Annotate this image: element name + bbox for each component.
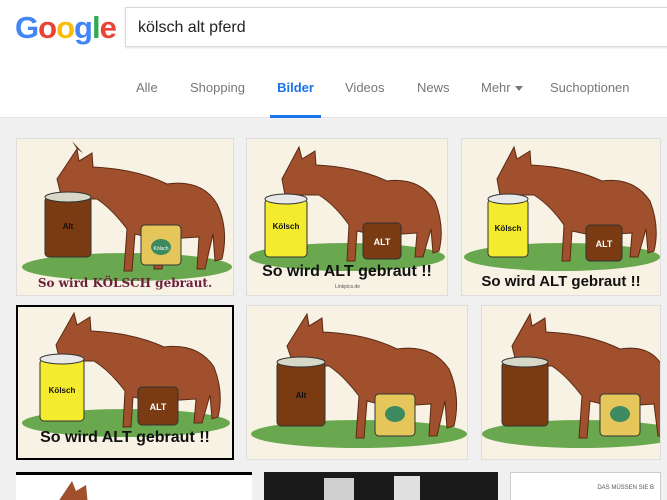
horse-illustration: [482, 312, 660, 448]
cup-label: Kölsch: [495, 224, 522, 233]
logo-letter: o: [38, 10, 57, 45]
logo-letter: l: [91, 10, 101, 45]
tab-shopping[interactable]: Shopping: [190, 80, 245, 118]
image-result[interactable]: DAS MÜSSEN SIE B: [510, 472, 661, 500]
image-result[interactable]: Kölsch ALT So wird ALT gebraut !! Linkpi…: [246, 138, 448, 296]
image-caption: DAS MÜSSEN SIE B: [597, 485, 654, 491]
image-result[interactable]: Alt Kölsch So wird KÖLSCH gebraut.: [16, 138, 234, 296]
bucket-label: ALT: [374, 237, 391, 247]
header: Google Alle Shopping Bilder Videos News …: [0, 0, 667, 118]
image-result[interactable]: Alt: [246, 305, 468, 460]
horse-illustration: [59, 481, 88, 500]
tab-alle[interactable]: Alle: [136, 80, 158, 118]
tab-bilder[interactable]: Bilder: [270, 80, 321, 118]
tab-news[interactable]: News: [417, 80, 450, 118]
tab-bar: Alle Shopping Bilder Videos News Mehr Su…: [0, 72, 667, 118]
watermark: Linkpics.de: [335, 284, 361, 290]
search-box[interactable]: [125, 7, 667, 47]
image-result[interactable]: [264, 472, 498, 500]
tab-suchoptionen[interactable]: Suchoptionen: [550, 80, 630, 118]
cup-label: Alt: [296, 391, 307, 400]
image-result-selected[interactable]: Kölsch ALT So wird ALT gebraut !!: [16, 305, 234, 460]
tab-videos[interactable]: Videos: [345, 80, 385, 118]
image-result[interactable]: [481, 305, 661, 460]
cup-label: Alt: [63, 222, 74, 231]
logo-letter: G: [15, 10, 39, 45]
cup-label: Kölsch: [273, 222, 300, 231]
bucket-label: ALT: [596, 239, 613, 249]
tab-mehr[interactable]: Mehr: [481, 80, 523, 118]
image-caption: So wird KÖLSCH gebraut.: [37, 276, 213, 290]
cup-label: Kölsch: [49, 386, 76, 395]
image-caption: So wird ALT gebraut !!: [262, 263, 432, 280]
chevron-down-icon: [514, 86, 523, 92]
image-result[interactable]: Kölsch ALT So wird ALT gebraut !!: [461, 138, 661, 296]
image-caption: So wird ALT gebraut !!: [481, 273, 641, 290]
horse-illustration: Alt: [251, 312, 467, 448]
horse-illustration: Alt Kölsch: [22, 141, 232, 281]
bucket-label: ALT: [150, 402, 167, 412]
logo-letter: o: [56, 10, 75, 45]
image-result[interactable]: [16, 472, 252, 500]
logo-letter: e: [99, 10, 117, 45]
logo-letter: g: [74, 10, 93, 45]
search-input[interactable]: [138, 18, 638, 38]
bucket-label: Kölsch: [153, 246, 168, 252]
google-logo[interactable]: Google: [15, 10, 117, 45]
photo-thumbnail: [324, 476, 420, 500]
tab-mehr-label: Mehr: [481, 80, 511, 95]
image-caption: So wird ALT gebraut !!: [40, 429, 210, 446]
image-results-grid: Alt Kölsch So wird KÖLSCH gebraut. Kölsc…: [0, 118, 667, 500]
